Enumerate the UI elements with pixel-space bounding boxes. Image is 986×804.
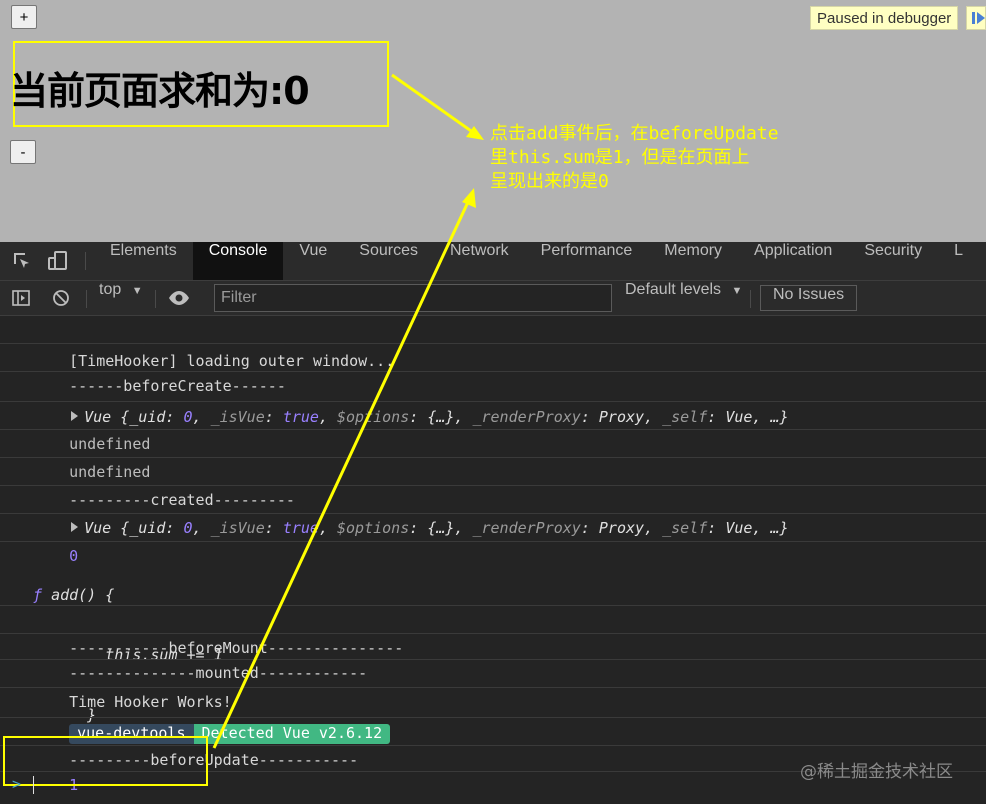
console-prompt-icon: > — [12, 775, 22, 793]
tab-performance[interactable]: Performance — [525, 242, 649, 280]
toolbar-separator — [750, 290, 751, 308]
console-row: undefined — [0, 430, 986, 481]
tab-lighthouse[interactable]: L — [938, 242, 979, 280]
console-output: [TimeHooker] loading outer window... ---… — [0, 316, 986, 804]
devtools-tab-bar: Elements Console Vue Sources Network Per… — [0, 242, 986, 281]
console-row: undefined — [0, 402, 986, 453]
sum-heading: 当前页面求和为:0 — [10, 69, 310, 113]
context-selector[interactable]: top ▼ — [99, 281, 143, 315]
console-row: ------beforeCreate------ — [0, 344, 986, 395]
tab-elements[interactable]: Elements — [94, 242, 193, 280]
device-toggle-icon[interactable] — [48, 251, 68, 271]
console-input-caret[interactable] — [33, 776, 34, 794]
tab-memory[interactable]: Memory — [648, 242, 738, 280]
devtools-tabs: Elements Console Vue Sources Network Per… — [94, 242, 979, 280]
tab-network[interactable]: Network — [434, 242, 525, 280]
console-row: --------------mounted------------ — [0, 634, 986, 682]
console-row: vue-devtools Detected Vue v2.6.12 — [0, 688, 986, 744]
log-levels-label: Default levels — [625, 281, 722, 298]
console-row: Time Hooker Works! — [0, 660, 986, 711]
console-toolbar: top ▼ Default levels ▼ No Issues — [0, 281, 986, 316]
toolbar-separator — [85, 252, 86, 270]
toolbar-separator — [155, 290, 156, 308]
tab-application[interactable]: Application — [738, 242, 848, 280]
console-row: ---------created--------- — [0, 458, 986, 509]
context-label: top — [99, 281, 122, 298]
annotation-text: 点击add事件后，在beforeUpdate 里this.sum是1，但是在页面… — [490, 123, 779, 192]
eye-icon[interactable] — [168, 289, 190, 307]
console-row: -----------beforeMount--------------- — [0, 606, 986, 657]
tab-sources[interactable]: Sources — [343, 242, 434, 280]
console-row[interactable]: ƒ add() { this.sum += 1 } — [0, 542, 986, 724]
page-viewport: + 当前页面求和为:0 - Paused in debugger 点击add事件… — [0, 0, 986, 242]
tab-security[interactable]: Security — [848, 242, 938, 280]
console-row: 0 — [0, 514, 986, 565]
sidebar-toggle-icon[interactable] — [12, 289, 30, 307]
increment-button[interactable]: + — [11, 5, 37, 29]
chevron-down-icon: ▼ — [731, 285, 743, 297]
filter-input[interactable] — [214, 284, 612, 312]
console-row: [TimeHooker] loading outer window... — [0, 316, 986, 370]
function-symbol: ƒ — [33, 586, 43, 604]
function-signature: add() { — [51, 586, 115, 604]
toolbar-separator — [86, 290, 87, 308]
clear-console-icon[interactable] — [52, 289, 70, 307]
watermark: @稀土掘金技术社区 — [800, 762, 953, 782]
console-row[interactable]: Vue {_uid: 0, _isVue: true, $options: {…… — [0, 372, 986, 426]
paused-in-debugger-banner: Paused in debugger — [810, 6, 959, 30]
tab-vue[interactable]: Vue — [283, 242, 343, 280]
issues-button[interactable]: No Issues — [760, 285, 858, 311]
resume-icon[interactable] — [966, 6, 986, 30]
tab-console[interactable]: Console — [192, 242, 284, 280]
console-row[interactable]: Vue {_uid: 0, _isVue: true, $options: {…… — [0, 486, 986, 537]
chevron-down-icon: ▼ — [131, 285, 143, 297]
decrement-button[interactable]: - — [10, 140, 36, 164]
log-levels-dropdown[interactable]: Default levels ▼ — [625, 281, 742, 315]
inspect-element-icon[interactable] — [12, 251, 32, 271]
